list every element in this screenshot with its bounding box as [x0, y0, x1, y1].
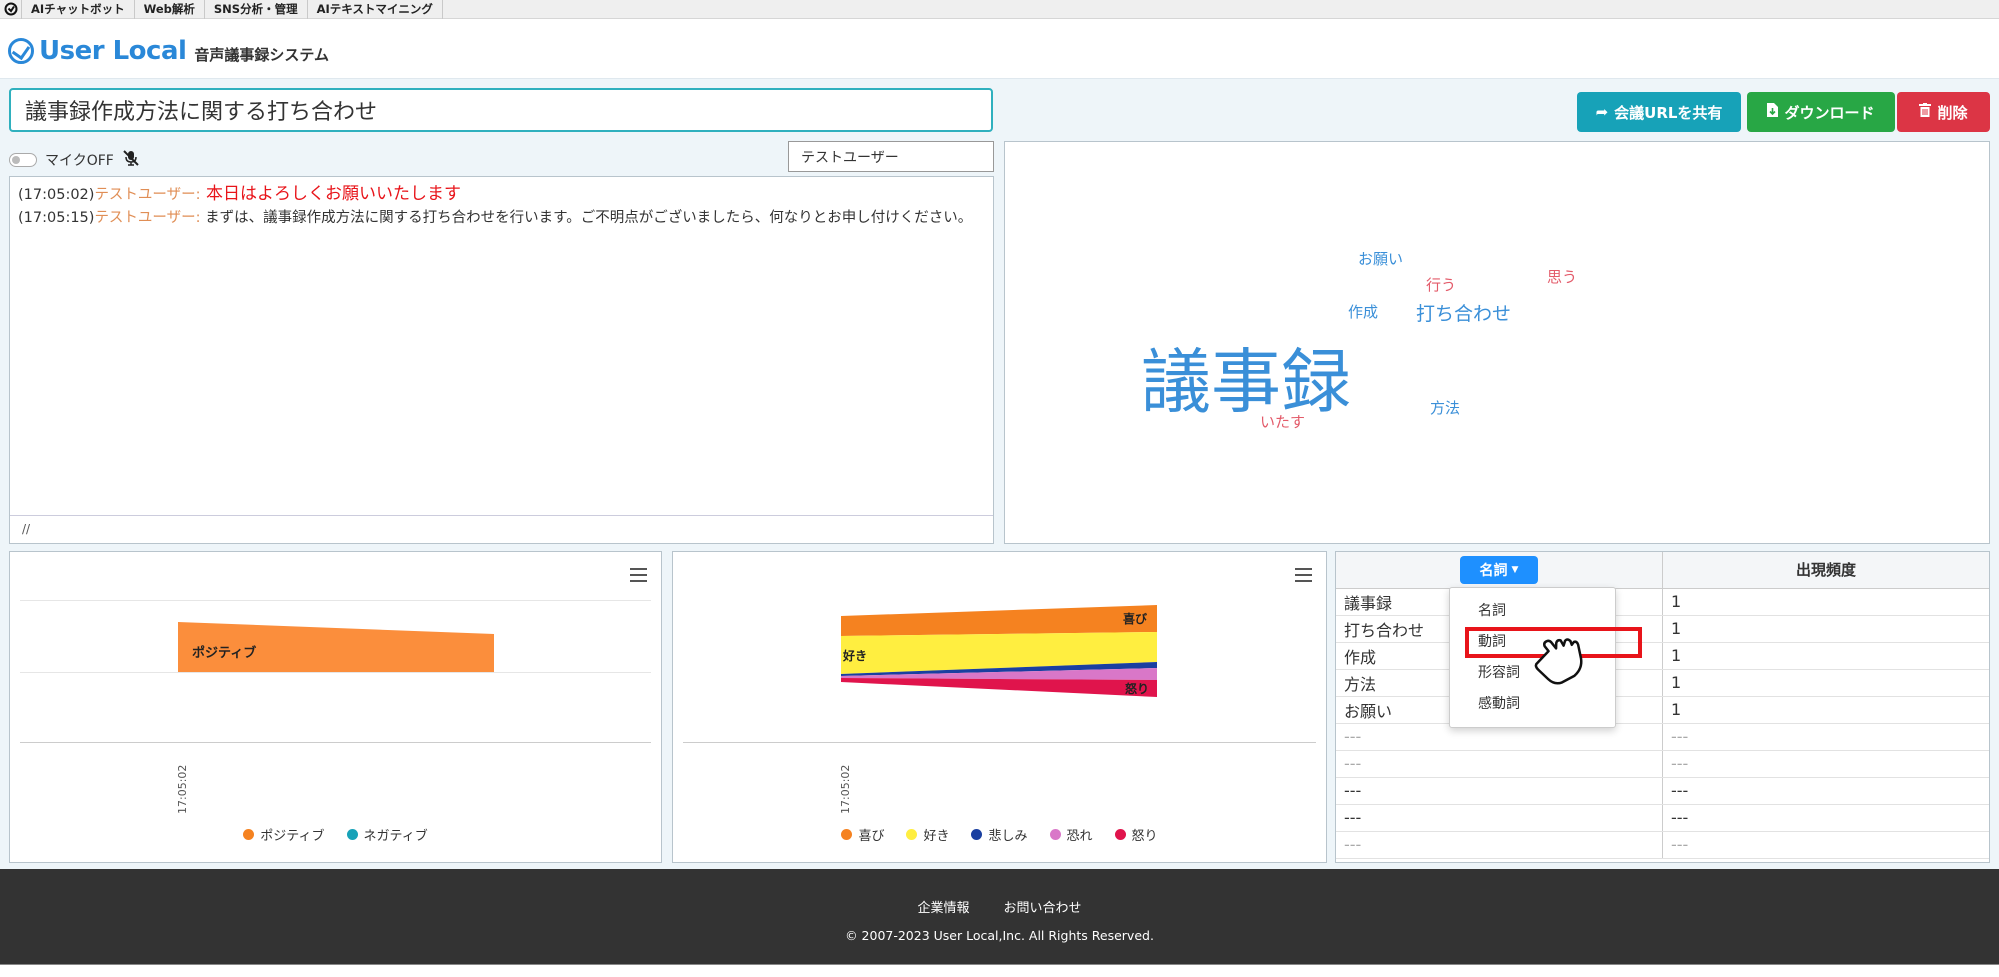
userlocal-mini-logo-icon[interactable] [0, 0, 21, 19]
topnav-link-web-analytics[interactable]: Web解析 [133, 0, 204, 19]
sentiment-chart-panel: ポジティブ 17:05:02 ポジティブ ネガティブ [9, 551, 662, 863]
x-tick-label: 17:05:02 [176, 764, 189, 814]
footer-link-company[interactable]: 企業情報 [917, 897, 969, 916]
wordcloud-word[interactable]: 作成 [1348, 305, 1378, 320]
table-row: --- --- [1336, 831, 1989, 859]
table-row: 方法 1 [1336, 669, 1989, 697]
legend-item-sadness[interactable]: 悲しみ [971, 825, 1028, 844]
transcript-footer: // [10, 515, 993, 543]
table-row: 議事録 1 [1336, 588, 1989, 616]
emotion-legend: 喜び 好き 悲しみ 恐れ 怒り [673, 825, 1326, 844]
count-header: 出現頻度 [1662, 552, 1989, 589]
word-cloud-panel: お願い 行う 思う 作成 打ち合わせ 議事録 方法 いたす [1004, 141, 1990, 544]
table-row: --- --- [1336, 804, 1989, 832]
joy-label: 喜び [1123, 612, 1148, 626]
table-row: お願い 1 [1336, 696, 1989, 724]
legend-dot [1114, 829, 1126, 840]
resize-handle-icon[interactable]: // [22, 522, 30, 536]
legend-dot [906, 829, 918, 840]
mic-status-label: マイクOFF [45, 153, 114, 169]
delete-button[interactable]: 削除 [1897, 92, 1990, 132]
table-row: 打ち合わせ 1 [1336, 615, 1989, 643]
product-name: 音声議事録システム [194, 45, 329, 64]
file-download-icon [1767, 103, 1779, 121]
mic-off-icon[interactable] [122, 149, 140, 171]
legend-item-negative[interactable]: ネガティブ [346, 825, 428, 844]
topnav-link-chatbot[interactable]: AIチャットボット [21, 0, 134, 19]
trash-icon [1919, 103, 1932, 121]
site-header: User Local 音声議事録システム [0, 19, 1999, 79]
meeting-title-input[interactable] [9, 88, 993, 132]
download-button[interactable]: ダウンロード [1747, 92, 1895, 132]
anger-label: 怒り [1125, 682, 1150, 696]
emotion-area-svg [841, 605, 1157, 697]
topnav-link-text-mining[interactable]: AIテキストマイニング [306, 0, 443, 19]
legend-dot [841, 829, 853, 840]
x-tick-label: 17:05:02 [839, 764, 852, 814]
frequency-table: 名詞 ▼ 出現頻度 議事録 1 打ち合わせ 1 作成 1 方法 1 お願い 1 --- ---… [1336, 552, 1989, 859]
word-frequency-panel: 名詞 ▼ 出現頻度 議事録 1 打ち合わせ 1 作成 1 方法 1 お願い 1 --- ---… [1335, 551, 1990, 863]
transcript-line: (17:05:02)テストユーザー: 本日はよろしくお願いいたします [18, 184, 461, 204]
legend-item-positive[interactable]: ポジティブ [243, 825, 325, 844]
wordcloud-word[interactable]: 方法 [1430, 401, 1460, 416]
transcript-panel[interactable]: (17:05:02)テストユーザー: 本日はよろしくお願いいたします (17:0… [9, 176, 994, 544]
joy-area[interactable] [841, 605, 1157, 636]
brand-name: User Local [39, 36, 187, 66]
pos-dropdown-button[interactable]: 名詞 ▼ [1459, 555, 1539, 584]
legend-item-fear[interactable]: 恐れ [1049, 825, 1093, 844]
transcript-line: (17:05:15)テストユーザー: まずは、議事録作成方法に関する打ち合わせを… [18, 210, 973, 226]
positive-area-label: ポジティブ [192, 646, 257, 661]
share-url-button[interactable]: ➦ 会議URLを共有 [1577, 92, 1741, 132]
anger-area[interactable] [841, 678, 1157, 697]
table-row: --- --- [1336, 777, 1989, 805]
legend-item-like[interactable]: 好き [906, 825, 949, 844]
topnav-link-sns[interactable]: SNS分析・管理 [203, 0, 307, 19]
legend-item-joy[interactable]: 喜び [841, 825, 884, 844]
pos-header: 名詞 ▼ [1336, 552, 1663, 589]
wordcloud-word[interactable]: いたす [1260, 415, 1305, 430]
caret-down-icon: ▼ [1511, 564, 1519, 575]
site-footer: 企業情報 お問い合わせ © 2007-2023 User Local,Inc. … [0, 869, 1999, 964]
table-row: 作成 1 [1336, 642, 1989, 670]
table-row: --- --- [1336, 723, 1989, 751]
emotion-chart-panel: 喜び 好き 怒り 17:05:02 喜び 好き 悲しみ 恐れ 怒り [672, 551, 1327, 863]
table-row: --- --- [1336, 750, 1989, 778]
wordcloud-word[interactable]: 議事録 [1141, 347, 1351, 417]
top-nav-bar: AIチャットボット Web解析 SNS分析・管理 AIテキストマイニング [0, 0, 1999, 19]
pos-menu-item-interjection[interactable]: 感動詞 [1450, 689, 1615, 720]
pos-menu-item-noun[interactable]: 名詞 [1450, 596, 1615, 627]
legend-dot [971, 829, 983, 840]
sentiment-area-svg [178, 622, 494, 672]
wordcloud-word[interactable]: 打ち合わせ [1416, 305, 1511, 324]
legend-dot [346, 829, 358, 840]
bottom-strip [0, 964, 1999, 977]
legend-item-anger[interactable]: 怒り [1114, 825, 1158, 844]
mic-control: マイクOFF [9, 149, 140, 171]
like-label: 好き [843, 649, 868, 663]
speaker-name-input[interactable] [788, 141, 994, 172]
legend-dot [243, 829, 255, 840]
mic-toggle-switch[interactable] [9, 153, 37, 167]
legend-dot [1049, 829, 1061, 840]
wordcloud-word[interactable]: お願い [1358, 252, 1403, 267]
copyright-text: © 2007-2023 User Local,Inc. All Rights R… [845, 928, 1154, 943]
wordcloud-word[interactable]: 思う [1547, 270, 1577, 285]
userlocal-logo-icon [8, 38, 34, 64]
brand-logo[interactable]: User Local 音声議事録システム [8, 36, 329, 66]
sentiment-legend: ポジティブ ネガティブ [10, 825, 661, 844]
share-icon: ➦ [1595, 103, 1609, 121]
wordcloud-word[interactable]: 行う [1426, 278, 1456, 293]
footer-link-contact[interactable]: お問い合わせ [1004, 897, 1082, 916]
